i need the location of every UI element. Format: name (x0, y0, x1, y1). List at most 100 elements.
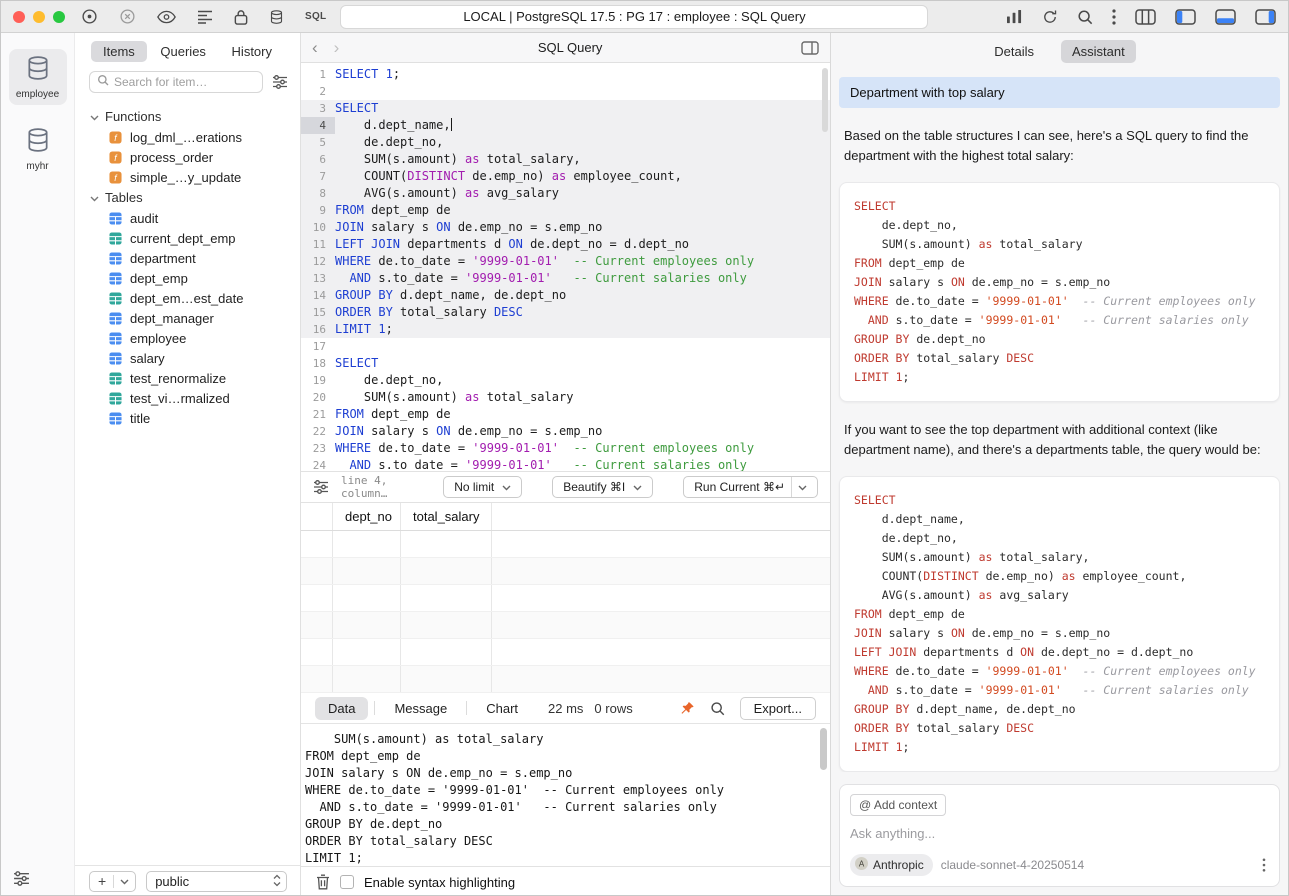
connection-status-icon[interactable] (81, 8, 98, 25)
editor-scrollbar[interactable] (822, 68, 828, 132)
sidebar-tab-history[interactable]: History (220, 41, 284, 62)
code-line[interactable]: 1SELECT 1; (301, 66, 830, 83)
schema-select[interactable]: public (146, 871, 287, 892)
tree-item-test_virmalized[interactable]: test_vi…rmalized (75, 388, 300, 408)
results-grid[interactable] (301, 531, 830, 693)
sliders-icon[interactable] (13, 871, 30, 886)
column-header-dept_no[interactable]: dept_no (333, 503, 401, 530)
minimize-window-button[interactable] (33, 11, 45, 23)
code-line[interactable]: 11LEFT JOIN departments d ON de.dept_no … (301, 236, 830, 253)
layout-columns-icon[interactable] (1135, 9, 1156, 25)
toggle-right-panel-icon[interactable] (1255, 9, 1276, 25)
right-panel-tab-assistant[interactable]: Assistant (1061, 40, 1136, 63)
table-row[interactable] (301, 531, 830, 558)
tree-item-salary[interactable]: salary (75, 348, 300, 368)
search-icon[interactable] (1077, 9, 1093, 25)
sidebar-tab-items[interactable]: Items (91, 41, 147, 62)
composer-options-icon[interactable] (1262, 858, 1269, 872)
close-window-button[interactable] (13, 11, 25, 23)
chart-icon[interactable] (1006, 9, 1023, 24)
disconnect-icon[interactable] (119, 8, 136, 25)
sql-editor[interactable]: 1SELECT 1;23SELECT4 d.dept_name,5 de.dep… (301, 63, 830, 471)
editor-tab-title[interactable]: SQL Query (339, 40, 801, 55)
code-line[interactable]: 19 de.dept_no, (301, 372, 830, 389)
database-icon[interactable] (269, 9, 284, 25)
tree-item-title[interactable]: title (75, 408, 300, 428)
provider-selector[interactable]: A Anthropic (850, 854, 933, 876)
table-row[interactable] (301, 612, 830, 639)
results-tab-message[interactable]: Message (381, 697, 460, 720)
sidebar-tab-queries[interactable]: Queries (148, 41, 218, 62)
connection-employee[interactable]: employee (9, 49, 67, 105)
code-line[interactable]: 15ORDER BY total_salary DESC (301, 304, 830, 321)
add-context-chip[interactable]: @ Add context (850, 794, 946, 816)
code-line[interactable]: 3SELECT (301, 100, 830, 117)
code-line[interactable]: 21FROM dept_emp de (301, 406, 830, 423)
code-line[interactable]: 23WHERE de.to_date = '9999-01-01' -- Cur… (301, 440, 830, 457)
preview-eye-icon[interactable] (157, 10, 176, 24)
results-tab-chart[interactable]: Chart (473, 697, 531, 720)
pin-icon[interactable] (680, 701, 695, 716)
add-item-chevron-down-icon[interactable] (114, 879, 135, 885)
code-line[interactable]: 2 (301, 83, 830, 100)
code-line[interactable]: 8 AVG(s.amount) as avg_salary (301, 185, 830, 202)
code-line[interactable]: 13 AND s.to_date = '9999-01-01' -- Curre… (301, 270, 830, 287)
split-panel-icon[interactable] (801, 41, 819, 55)
refresh-icon[interactable] (1042, 9, 1058, 25)
toggle-bottom-panel-icon[interactable] (1215, 9, 1236, 25)
beautify-button[interactable]: Beautify ⌘I (552, 476, 653, 498)
column-header-total_salary[interactable]: total_salary (401, 503, 492, 530)
table-row[interactable] (301, 639, 830, 666)
assistant-input-placeholder[interactable]: Ask anything... (850, 826, 1269, 841)
code-line[interactable]: 12WHERE de.to_date = '9999-01-01' -- Cur… (301, 253, 830, 270)
code-line[interactable]: 20 SUM(s.amount) as total_salary (301, 389, 830, 406)
code-line[interactable]: 5 de.dept_no, (301, 134, 830, 151)
run-options-chevron-down-icon[interactable] (798, 480, 807, 494)
add-item-button[interactable]: + (90, 873, 113, 890)
code-line[interactable]: 17 (301, 338, 830, 355)
more-options-icon[interactable] (1112, 9, 1116, 25)
code-line[interactable]: 4 d.dept_name, (301, 117, 830, 134)
zoom-window-button[interactable] (53, 11, 65, 23)
search-field[interactable] (89, 71, 263, 93)
lock-icon[interactable] (234, 9, 248, 25)
results-search-icon[interactable] (710, 701, 725, 716)
tree-item-department[interactable]: department (75, 248, 300, 268)
filter-sliders-icon[interactable] (272, 75, 288, 89)
results-tab-data[interactable]: Data (315, 697, 368, 720)
code-line[interactable]: 14GROUP BY d.dept_name, de.dept_no (301, 287, 830, 304)
syntax-highlighting-checkbox[interactable] (340, 875, 354, 889)
toggle-left-panel-icon[interactable] (1175, 9, 1196, 25)
tree-item-process_order[interactable]: fprocess_order (75, 147, 300, 167)
back-button[interactable]: ‹ (312, 39, 318, 56)
tree-item-test_renormalize[interactable]: test_renormalize (75, 368, 300, 388)
limit-dropdown[interactable]: No limit (443, 476, 522, 498)
table-row[interactable] (301, 558, 830, 585)
code-line[interactable]: 22JOIN salary s ON de.emp_no = s.emp_no (301, 423, 830, 440)
assistant-composer[interactable]: @ Add context Ask anything... A Anthropi… (839, 784, 1280, 887)
table-row[interactable] (301, 666, 830, 693)
connection-myhr[interactable]: myhr (9, 121, 67, 177)
tree-item-dept_emest_date[interactable]: dept_em…est_date (75, 288, 300, 308)
log-rows-icon[interactable] (197, 10, 213, 24)
right-panel-tab-details[interactable]: Details (983, 40, 1045, 63)
code-line[interactable]: 24 AND s.to_date = '9999-01-01' -- Curre… (301, 457, 830, 471)
window-title[interactable]: LOCAL | PostgreSQL 17.5 : PG 17 : employ… (340, 5, 928, 29)
trash-icon[interactable] (316, 874, 330, 890)
tree-section-tables[interactable]: Tables (75, 187, 300, 208)
code-line[interactable]: 7 COUNT(DISTINCT de.emp_no) as employee_… (301, 168, 830, 185)
tree-section-functions[interactable]: Functions (75, 106, 300, 127)
code-line[interactable]: 18SELECT (301, 355, 830, 372)
run-current-button[interactable]: Run Current ⌘↵ (683, 476, 818, 498)
tree-item-log_dml_erations[interactable]: flog_dml_…erations (75, 127, 300, 147)
code-line[interactable]: 6 SUM(s.amount) as total_salary, (301, 151, 830, 168)
tree-item-employee[interactable]: employee (75, 328, 300, 348)
code-line[interactable]: 10JOIN salary s ON de.emp_no = s.emp_no (301, 219, 830, 236)
message-scrollbar[interactable] (820, 728, 827, 770)
tree-item-dept_manager[interactable]: dept_manager (75, 308, 300, 328)
code-line[interactable]: 9FROM dept_emp de (301, 202, 830, 219)
editor-sliders-icon[interactable] (313, 480, 329, 494)
tree-item-simple_y_update[interactable]: fsimple_…y_update (75, 167, 300, 187)
code-line[interactable]: 16LIMIT 1; (301, 321, 830, 338)
export-button[interactable]: Export... (740, 697, 816, 720)
